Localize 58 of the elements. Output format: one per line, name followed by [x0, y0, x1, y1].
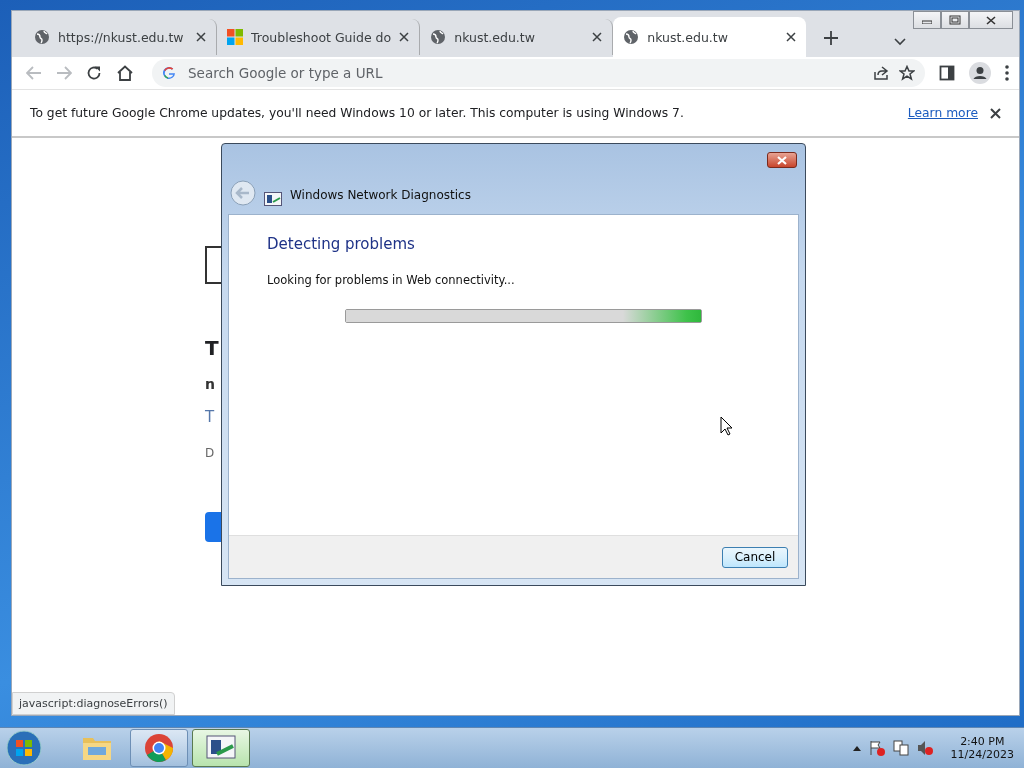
bold-text: n [205, 376, 215, 392]
link-text[interactable]: T [205, 408, 215, 426]
dialog-title: Windows Network Diagnostics [290, 188, 471, 202]
minimize-button[interactable] [913, 11, 941, 29]
chrome-logo-icon [143, 732, 175, 764]
tab-title: nkust.edu.tw [647, 29, 729, 45]
reload-icon[interactable] [86, 65, 102, 81]
windows-logo-icon [227, 29, 243, 45]
browser-tab[interactable]: nkust.edu.tw [613, 17, 807, 57]
mouse-cursor-icon [720, 416, 734, 436]
browser-tab[interactable]: https://nkust.edu.tw [24, 19, 217, 55]
share-icon[interactable] [873, 65, 889, 81]
plus-icon [824, 31, 839, 45]
taskbar-button[interactable] [192, 729, 250, 767]
profile-avatar-icon[interactable] [969, 62, 991, 84]
cancel-button[interactable]: Cancel [722, 546, 788, 568]
globe-icon [623, 29, 640, 45]
close-icon[interactable] [399, 32, 410, 42]
dialog-heading: Detecting problems [267, 235, 416, 253]
address-bar[interactable]: Search Google or type a URL [152, 59, 925, 87]
close-icon[interactable] [196, 32, 206, 42]
status-text: Looking for problems in Web connectivity... [267, 273, 516, 287]
status-bubble: javascript:diagnoseErrors() [12, 692, 175, 715]
network-icon[interactable] [892, 740, 909, 756]
caret-up-icon[interactable] [852, 745, 861, 751]
globe-icon [430, 29, 447, 45]
chevron-down-icon[interactable] [893, 37, 907, 47]
restore-icon [949, 15, 961, 25]
learn-more-link[interactable]: Learn more [907, 106, 978, 120]
close-icon [777, 155, 787, 165]
flag-alert-icon[interactable] [868, 740, 885, 756]
network-diagnostics-icon [264, 192, 282, 206]
heading-text: T [205, 336, 219, 360]
close-icon [986, 15, 996, 25]
info-message: To get future Google Chrome updates, you'll need Windows 10 or later. This computer is using Windows 7. [30, 106, 685, 120]
caption-text: D [205, 446, 215, 460]
taskbar-button[interactable] [130, 729, 188, 767]
home-icon[interactable] [116, 65, 134, 81]
browser-tab[interactable]: Troubleshoot Guide do [217, 19, 421, 55]
google-g-icon [162, 66, 176, 80]
close-icon[interactable] [786, 32, 797, 42]
globe-icon [34, 29, 50, 45]
close-button[interactable] [767, 152, 797, 168]
start-button-icon[interactable] [4, 729, 44, 767]
close-icon[interactable] [990, 107, 1001, 119]
tab-title: nkust.edu.tw [454, 29, 536, 45]
close-button[interactable] [969, 11, 1013, 29]
speaker-muted-icon[interactable] [916, 740, 933, 756]
clock-time[interactable]: 2:40 PM [960, 735, 1005, 748]
address-field[interactable]: Search Google or type a URL [186, 64, 863, 82]
tab-title: https://nkust.edu.tw [58, 29, 185, 45]
menu-icon[interactable] [1005, 65, 1009, 81]
clock-date[interactable]: 11/24/2023 [950, 748, 1014, 761]
tab-title: Troubleshoot Guide do [251, 29, 392, 45]
restore-button[interactable] [941, 11, 969, 29]
side-panel-icon[interactable] [939, 65, 955, 81]
star-icon[interactable] [899, 65, 915, 81]
close-icon[interactable] [592, 32, 603, 42]
